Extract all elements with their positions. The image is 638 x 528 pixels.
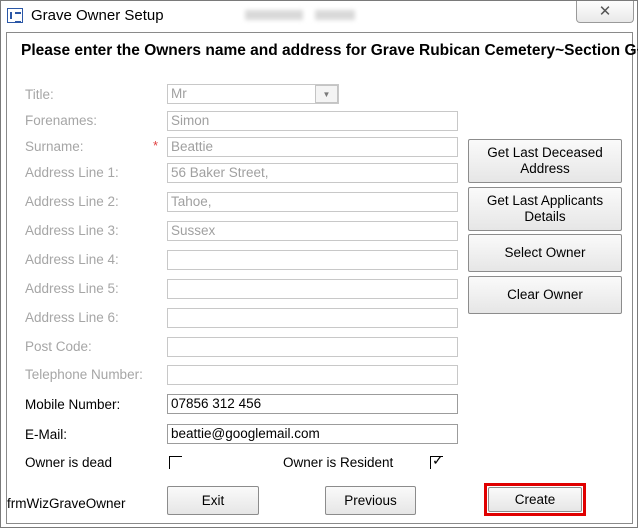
address-line-3-label: Address Line 3: — [25, 223, 119, 238]
create-highlight-box — [484, 483, 586, 516]
select-owner-button[interactable]: Select Owner — [468, 234, 622, 272]
page-title: Please enter the Owners name and address… — [21, 42, 638, 59]
address-line-3-field[interactable]: Sussex — [167, 221, 458, 241]
close-button[interactable]: ✕ — [576, 1, 634, 23]
owner-resident-checkbox[interactable]: ✓ — [430, 452, 444, 469]
address-line-1-label: Address Line 1: — [25, 165, 119, 180]
checkmark-icon: ✓ — [432, 452, 444, 468]
address-line-4-field[interactable] — [167, 250, 458, 270]
owner-dead-label: Owner is dead — [25, 455, 113, 470]
address-line-1-field[interactable]: 56 Baker Street, — [167, 163, 458, 183]
mobile-label: Mobile Number: — [25, 397, 121, 412]
post-code-field[interactable] — [167, 337, 458, 357]
exit-button[interactable]: Exit — [167, 486, 259, 515]
email-field[interactable]: beattie@googlemail.com — [167, 424, 458, 444]
blurred-title-text — [315, 10, 355, 20]
form-icon — [7, 8, 23, 23]
address-line-6-label: Address Line 6: — [25, 310, 119, 325]
surname-field[interactable]: Beattie — [167, 137, 458, 157]
blurred-title-text — [245, 10, 303, 20]
email-label: E-Mail: — [25, 427, 68, 442]
title-bar: Grave Owner Setup ✕ — [1, 1, 637, 32]
dialog-window: Grave Owner Setup ✕ Please enter the Own… — [0, 0, 638, 528]
address-line-4-label: Address Line 4: — [25, 252, 119, 267]
owner-resident-label: Owner is Resident — [283, 455, 394, 470]
title-label: Title: — [25, 87, 54, 102]
surname-label: Surname: — [25, 139, 84, 154]
chevron-down-icon[interactable]: ▼ — [315, 85, 338, 103]
post-code-label: Post Code: — [25, 339, 92, 354]
address-line-6-field[interactable] — [167, 308, 458, 328]
telephone-field[interactable] — [167, 365, 458, 385]
previous-button[interactable]: Previous — [325, 486, 416, 515]
clear-owner-button[interactable]: Clear Owner — [468, 276, 622, 314]
address-line-5-label: Address Line 5: — [25, 281, 119, 296]
window-title: Grave Owner Setup — [31, 7, 164, 24]
get-last-applicants-details-button[interactable]: Get Last Applicants Details — [468, 187, 622, 231]
address-line-2-label: Address Line 2: — [25, 194, 119, 209]
form-name-label: frmWizGraveOwner — [7, 496, 126, 511]
forenames-label: Forenames: — [25, 113, 98, 128]
address-line-5-field[interactable] — [167, 279, 458, 299]
mobile-field[interactable]: 07856 312 456 — [167, 394, 458, 414]
required-marker: * — [153, 138, 159, 153]
address-line-2-field[interactable]: Tahoe, — [167, 192, 458, 212]
forenames-field[interactable]: Simon — [167, 111, 458, 131]
telephone-label: Telephone Number: — [25, 367, 143, 382]
get-last-deceased-address-button[interactable]: Get Last Deceased Address — [468, 139, 622, 183]
close-icon: ✕ — [598, 3, 612, 20]
title-select[interactable]: Mr — [167, 84, 339, 104]
owner-dead-checkbox[interactable] — [169, 456, 182, 469]
